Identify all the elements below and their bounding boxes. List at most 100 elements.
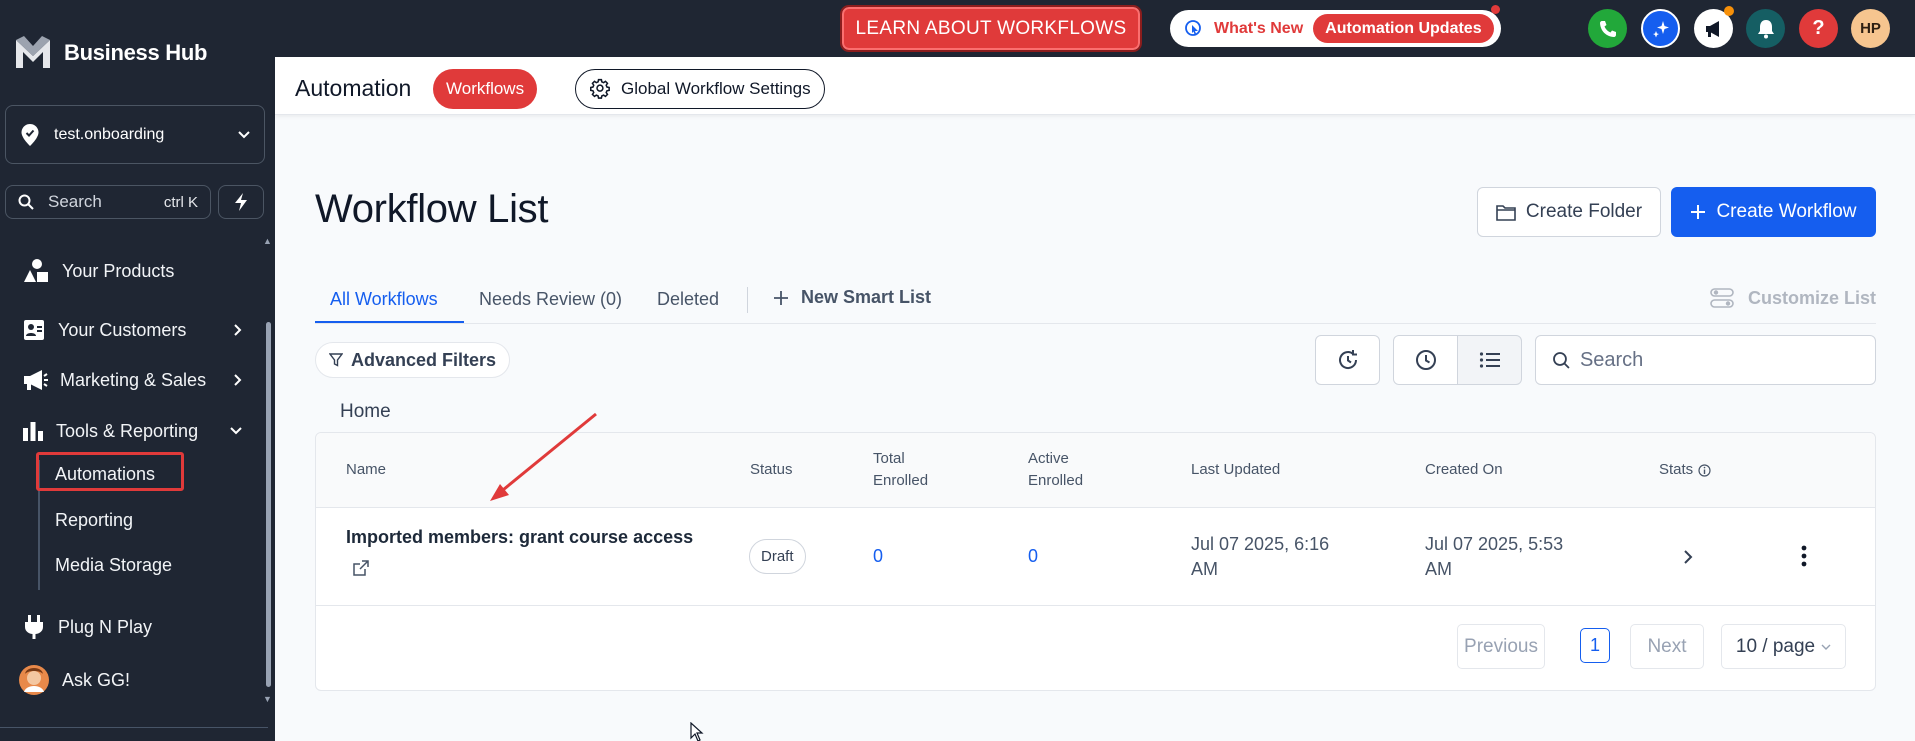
nav-plug-n-play[interactable]: Plug N Play: [22, 614, 242, 640]
workflow-table: Name Status Total Enrolled Active Enroll…: [315, 432, 1876, 691]
user-avatar[interactable]: HP: [1851, 9, 1890, 48]
search-icon: [1553, 352, 1570, 369]
table-row[interactable]: Imported members: grant course access Dr…: [316, 509, 1875, 606]
plus-icon: [774, 290, 788, 305]
search-input[interactable]: [1579, 348, 1859, 372]
next-page-button[interactable]: Next: [1630, 624, 1704, 669]
col-active-enrolled[interactable]: Active Enrolled: [1028, 448, 1083, 492]
nav-label: Plug N Play: [58, 616, 153, 637]
notifications-button[interactable]: [1746, 9, 1785, 48]
announcement-dot: [1724, 6, 1734, 16]
tab-separator: [747, 287, 748, 313]
sub-item-reporting[interactable]: Reporting: [55, 510, 133, 531]
sidebar-divider: [0, 727, 268, 728]
sidebar-search[interactable]: Search ctrl K: [5, 185, 211, 219]
sub-item-automations[interactable]: Automations: [55, 464, 155, 485]
phone-icon: [1599, 20, 1616, 37]
nav-marketing-sales[interactable]: Marketing & Sales: [22, 368, 242, 392]
customize-list-label: Customize List: [1747, 287, 1876, 308]
mouse-cursor-icon: [690, 722, 704, 741]
tab-needs-review[interactable]: Needs Review (0): [479, 289, 622, 310]
sidebar-scrollbar-thumb[interactable]: [266, 322, 271, 687]
page-title: Workflow List: [315, 187, 549, 231]
header-title: Automation: [295, 75, 412, 101]
more-options-icon[interactable]: [1801, 545, 1807, 567]
settings-label: Global Workflow Settings: [621, 79, 811, 98]
workflows-tab-pill[interactable]: Workflows: [433, 69, 538, 109]
tab-deleted[interactable]: Deleted: [657, 289, 719, 310]
plus-icon: [1691, 205, 1706, 219]
chevron-down-icon: [238, 130, 250, 138]
tab-all-workflows[interactable]: All Workflows: [330, 289, 438, 310]
location-pin-icon: [21, 123, 39, 146]
table-header: Name Status Total Enrolled Active Enroll…: [316, 433, 1875, 508]
gear-icon: [590, 78, 610, 99]
workflow-name-link[interactable]: Imported members: grant course access: [346, 525, 693, 550]
brand[interactable]: Business Hub: [14, 34, 207, 72]
nav-ask-gg[interactable]: Ask GG!: [18, 664, 238, 696]
chevron-down-icon: [1821, 644, 1831, 650]
chevron-right-icon[interactable]: [1683, 549, 1693, 565]
nav-your-products[interactable]: Your Products: [22, 258, 242, 284]
new-smart-list-label: New Smart List: [801, 287, 932, 307]
quick-actions-button[interactable]: [218, 185, 264, 219]
list-icon: [1479, 352, 1500, 368]
create-workflow-label: Create Workflow: [1716, 201, 1857, 222]
breadcrumb[interactable]: Home: [340, 401, 391, 423]
col-total-enrolled[interactable]: Total Enrolled: [873, 448, 928, 492]
customize-list-button[interactable]: Customize List: [1710, 287, 1876, 309]
advanced-filters-button[interactable]: Advanced Filters: [315, 342, 511, 378]
external-link-icon[interactable]: [352, 559, 370, 577]
create-folder-label: Create Folder: [1525, 201, 1643, 222]
learn-about-workflows-button[interactable]: LEARN ABOUT WORKFLOWS: [840, 5, 1142, 52]
bar-chart-icon: [23, 422, 43, 441]
global-workflow-settings-button[interactable]: Global Workflow Settings: [575, 69, 825, 109]
col-status[interactable]: Status: [750, 459, 793, 481]
current-page-button[interactable]: 1: [1580, 628, 1610, 663]
advanced-filters-label: Advanced Filters: [351, 349, 497, 370]
total-enrolled-value[interactable]: 0: [873, 544, 883, 569]
sparkles-icon: [1652, 20, 1669, 37]
col-created-on[interactable]: Created On: [1425, 459, 1503, 481]
help-button[interactable]: ?: [1799, 9, 1838, 48]
whats-new-widget[interactable]: What's New Automation Updates: [1170, 10, 1501, 47]
workflow-tabs: All Workflows Needs Review (0) Deleted N…: [315, 283, 1876, 324]
sub-item-media-storage[interactable]: Media Storage: [55, 555, 172, 576]
create-workflow-button[interactable]: Create Workflow: [1671, 187, 1876, 237]
create-folder-button[interactable]: Create Folder: [1477, 187, 1661, 237]
active-enrolled-value[interactable]: 0: [1028, 544, 1038, 569]
nav-label: Tools & Reporting: [56, 420, 199, 441]
col-total-line2: Enrolled: [873, 472, 929, 489]
page-size-value: 10 / page: [1735, 635, 1816, 657]
workflow-search[interactable]: [1535, 335, 1876, 385]
ai-assistant-button[interactable]: [1641, 9, 1680, 48]
bell-icon: [1757, 19, 1774, 38]
col-stats-label: Stats: [1659, 461, 1694, 478]
history-button[interactable]: [1315, 335, 1380, 385]
location-switcher[interactable]: test.onboarding: [5, 105, 265, 164]
col-active-line1: Active: [1028, 450, 1069, 467]
previous-page-button[interactable]: Previous: [1457, 624, 1545, 669]
lightning-icon: [235, 193, 247, 211]
col-total-line1: Total: [873, 450, 905, 467]
col-last-updated[interactable]: Last Updated: [1191, 459, 1280, 481]
created-on-line2: AM: [1425, 559, 1452, 579]
location-name: test.onboarding: [54, 125, 165, 143]
col-stats[interactable]: Stats: [1659, 459, 1711, 481]
page-size-select[interactable]: 10 / page: [1721, 624, 1846, 669]
new-smart-list-button[interactable]: New Smart List: [773, 287, 931, 308]
col-name[interactable]: Name: [346, 459, 386, 481]
clock-view-button[interactable]: [1393, 335, 1458, 385]
scroll-up-arrow[interactable]: ▲: [263, 236, 272, 246]
page-header: Automation Workflows Global Workflow Set…: [275, 57, 1915, 115]
phone-button[interactable]: [1588, 9, 1627, 48]
list-view-button[interactable]: [1457, 335, 1522, 385]
chevron-right-icon: [234, 324, 242, 336]
notification-dot: [1491, 5, 1500, 14]
scroll-down-arrow[interactable]: ▼: [263, 694, 272, 704]
info-icon[interactable]: [1698, 463, 1711, 477]
search-shortcut: ctrl K: [163, 193, 198, 211]
automation-updates-badge[interactable]: Automation Updates: [1313, 14, 1494, 43]
nav-your-customers[interactable]: Your Customers: [22, 318, 242, 342]
nav-tools-reporting[interactable]: Tools & Reporting: [22, 420, 242, 442]
